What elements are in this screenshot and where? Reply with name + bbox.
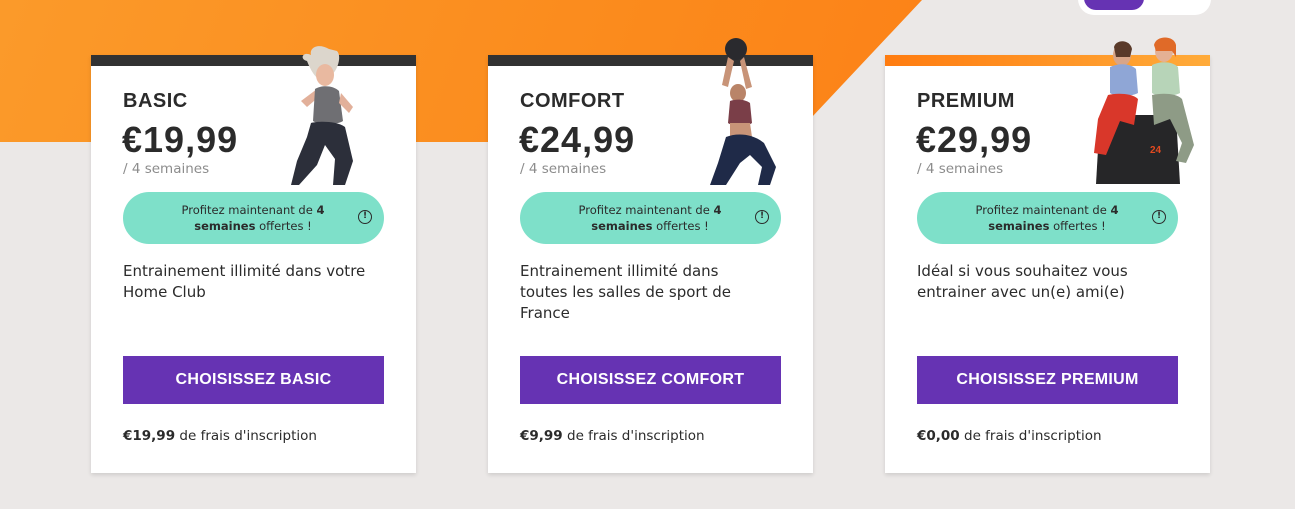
- plan-period: / 4 semaines: [520, 161, 607, 177]
- billing-toggle[interactable]: [1078, 0, 1211, 15]
- svg-text:24: 24: [1150, 145, 1162, 156]
- info-icon[interactable]: !: [1152, 210, 1166, 224]
- registration-fee: €0,00 de frais d'inscription: [917, 428, 1102, 444]
- info-icon[interactable]: !: [358, 210, 372, 224]
- promo-badge: Profitez maintenant de 4 semaines offert…: [917, 192, 1178, 244]
- plan-description: Entrainement illimité dans toutes les sa…: [520, 262, 731, 322]
- woman-medicine-ball-photo: [710, 38, 776, 185]
- plan-name: COMFORT: [520, 90, 625, 112]
- choose-basic-button[interactable]: CHOISISSEZ BASIC: [123, 356, 384, 404]
- plan-period: / 4 semaines: [123, 161, 210, 177]
- plan-name: BASIC: [123, 90, 188, 112]
- plan-price: €29,99: [916, 119, 1033, 160]
- registration-fee: €9,99 de frais d'inscription: [520, 428, 705, 444]
- promo-badge: Profitez maintenant de 4 semaines offert…: [520, 192, 781, 244]
- choose-comfort-button[interactable]: CHOISISSEZ COMFORT: [520, 356, 781, 404]
- plan-period: / 4 semaines: [917, 161, 1004, 177]
- plan-description: Entrainement illimité dans votre Home Cl…: [123, 262, 366, 301]
- plan-card-premium: 24 PREMIUM €29,99 / 4 semaines Profitez …: [885, 37, 1210, 473]
- plan-price: €24,99: [519, 119, 636, 160]
- two-women-friends-photo: 24: [1094, 37, 1194, 184]
- promo-text: Profitez maintenant de 4 semaines offert…: [975, 203, 1119, 233]
- plan-card-comfort: COMFORT €24,99 / 4 semaines Profitez mai…: [488, 38, 813, 473]
- plan-card-basic: BASIC €19,99 / 4 semaines Profitez maint…: [91, 46, 416, 473]
- promo-text: Profitez maintenant de 4 semaines offert…: [578, 203, 722, 233]
- plan-description: Idéal si vous souhaitez vous entrainer a…: [917, 262, 1128, 301]
- card-top-bar: [91, 55, 416, 66]
- choose-premium-button[interactable]: CHOISISSEZ PREMIUM: [917, 356, 1178, 404]
- promo-text: Profitez maintenant de 4 semaines offert…: [181, 203, 325, 233]
- info-icon[interactable]: !: [755, 210, 769, 224]
- woman-boxing-photo: [291, 46, 353, 185]
- promo-badge: Profitez maintenant de 4 semaines offert…: [123, 192, 384, 244]
- plan-price: €19,99: [122, 119, 239, 160]
- toggle-knob[interactable]: [1084, 0, 1144, 10]
- plan-name: PREMIUM: [917, 90, 1015, 112]
- registration-fee: €19,99 de frais d'inscription: [123, 428, 317, 444]
